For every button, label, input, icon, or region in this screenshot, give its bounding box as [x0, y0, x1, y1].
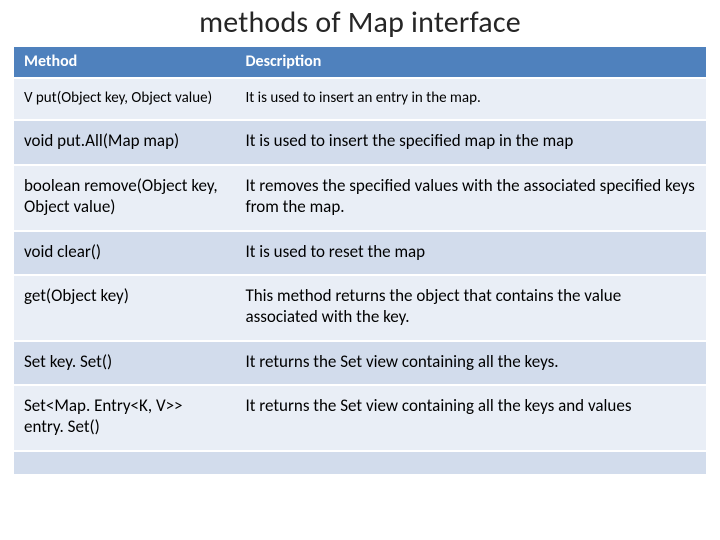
cell-method: void clear() [14, 231, 235, 276]
table-row: Set<Map. Entry<K, V>> entry. Set() It re… [14, 385, 706, 450]
cell-description: It is used to insert the specified map i… [235, 120, 706, 165]
table-row: V put(Object key, Object value) It is us… [14, 78, 706, 120]
header-description: Description [235, 47, 706, 78]
cell-description: It returns the Set view containing all t… [235, 385, 706, 450]
table-row: void clear() It is used to reset the map [14, 231, 706, 276]
table-header-row: Method Description [14, 47, 706, 78]
methods-table: Method Description V put(Object key, Obj… [14, 47, 706, 475]
slide: methods of Map interface Method Descript… [0, 0, 720, 540]
cell-description: It removes the specified values with the… [235, 165, 706, 230]
table-row: boolean remove(Object key, Object value)… [14, 165, 706, 230]
table-row: Set key. Set() It returns the Set view c… [14, 341, 706, 386]
cell-description: It returns the Set view containing all t… [235, 341, 706, 386]
cell-description [235, 451, 706, 475]
page-title: methods of Map interface [14, 4, 706, 41]
cell-method: void put.All(Map map) [14, 120, 235, 165]
cell-description: It is used to insert an entry in the map… [235, 78, 706, 120]
cell-method: Set key. Set() [14, 341, 235, 386]
cell-description: It is used to reset the map [235, 231, 706, 276]
header-method: Method [14, 47, 235, 78]
cell-method: V put(Object key, Object value) [14, 78, 235, 120]
cell-method: boolean remove(Object key, Object value) [14, 165, 235, 230]
cell-method [14, 451, 235, 475]
table-row: get(Object key) This method returns the … [14, 275, 706, 340]
cell-description: This method returns the object that cont… [235, 275, 706, 340]
table-row [14, 451, 706, 475]
table-row: void put.All(Map map) It is used to inse… [14, 120, 706, 165]
cell-method: get(Object key) [14, 275, 235, 340]
cell-method: Set<Map. Entry<K, V>> entry. Set() [14, 385, 235, 450]
